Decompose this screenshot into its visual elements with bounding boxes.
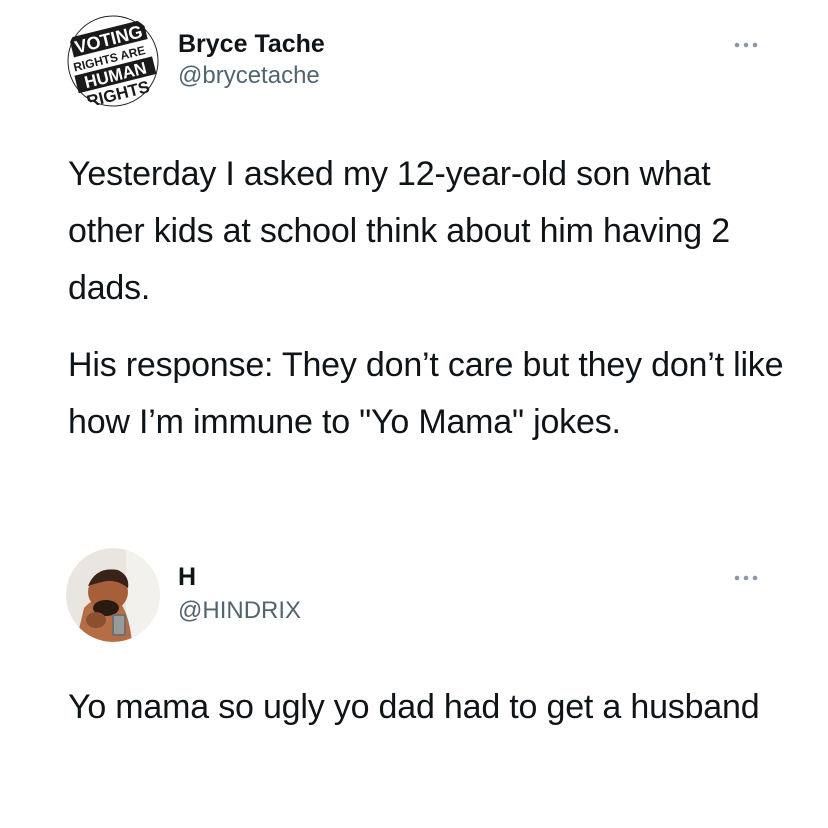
tweet-text-paragraph-2: His response: They don’t care but they d… <box>68 346 784 441</box>
user-handle[interactable]: @HINDRIX <box>178 596 301 626</box>
display-name[interactable]: Bryce Tache <box>178 29 325 59</box>
tweet-text-paragraph-1: Yo mama so ugly yo dad had to get a husb… <box>68 688 760 726</box>
avatar-hindrix[interactable] <box>66 548 160 642</box>
voting-rights-badge-avatar: VOTING RIGHTS ARE HUMAN RIGHTS <box>66 14 160 108</box>
display-name[interactable]: H <box>178 562 196 592</box>
more-options-icon[interactable] <box>734 573 758 583</box>
profile-photo-avatar <box>66 548 160 642</box>
user-handle[interactable]: @brycetache <box>178 61 320 91</box>
avatar-bryce-tache[interactable]: VOTING RIGHTS ARE HUMAN RIGHTS <box>66 14 160 108</box>
tweet-text-paragraph-1: Yesterday I asked my 12-year-old son wha… <box>68 155 730 307</box>
more-options-icon[interactable] <box>734 40 758 50</box>
